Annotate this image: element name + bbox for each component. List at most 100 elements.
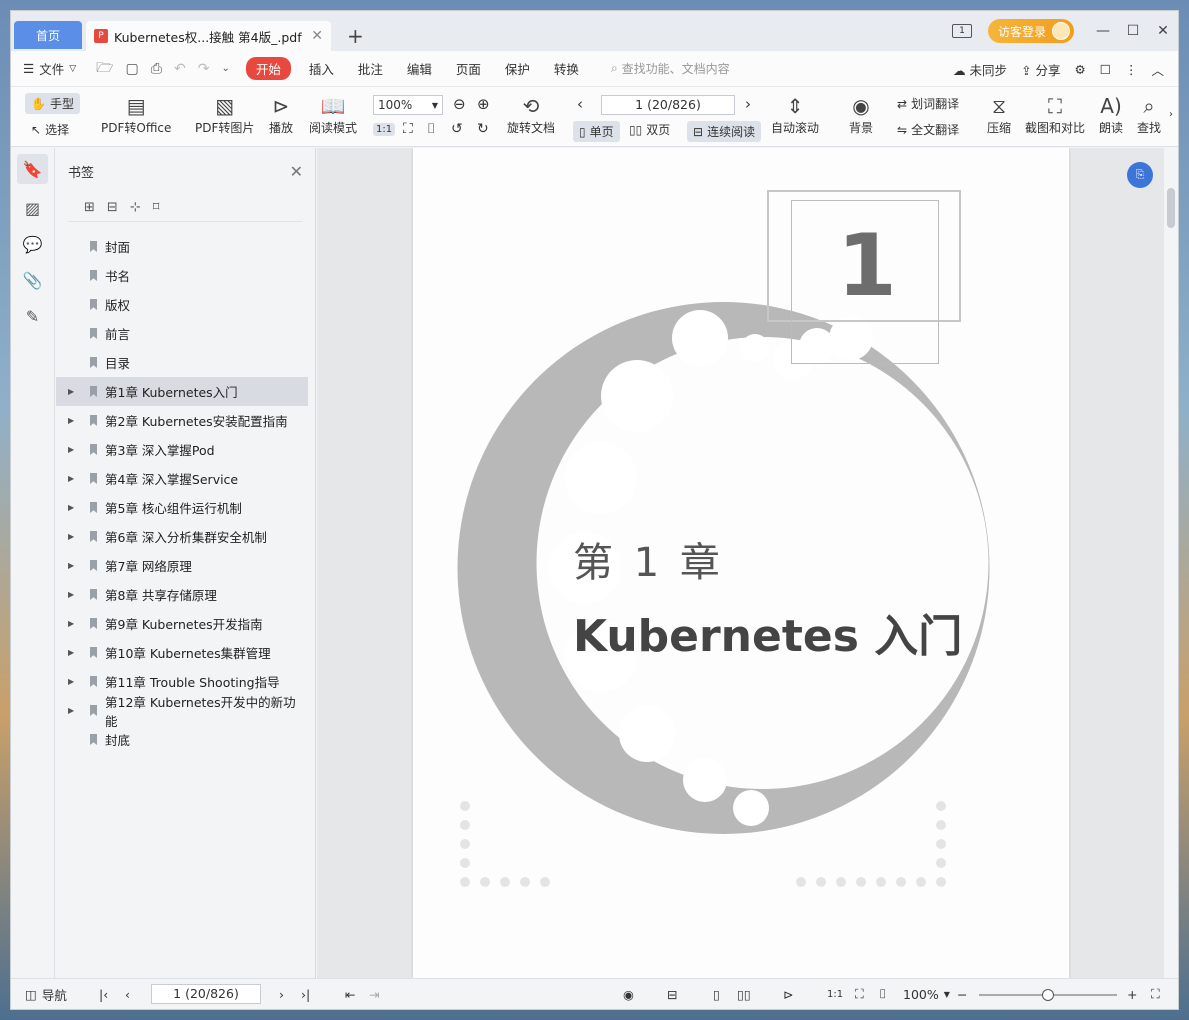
open-folder-icon[interactable]: 🗁 <box>96 57 113 81</box>
bookmark-item[interactable]: ▶ 第1章 Kubernetes入门 <box>56 377 308 406</box>
menu-page[interactable]: 页面 <box>456 59 481 78</box>
new-tab-icon[interactable]: + <box>347 24 364 48</box>
file-menu[interactable]: ☰ 文件 ▽ <box>23 59 76 78</box>
bookmark-item[interactable]: 前言 <box>56 319 308 348</box>
expand-arrow-icon[interactable]: ▶ <box>68 561 74 570</box>
prev-page-icon[interactable]: ‹ <box>577 95 583 113</box>
floating-tool-button[interactable]: ⎘ <box>1127 162 1153 188</box>
bookmark-item[interactable]: ▶ 第7章 网络原理 <box>56 551 308 580</box>
expand-arrow-icon[interactable]: ▶ <box>68 706 74 715</box>
scrollbar-thumb[interactable] <box>1167 188 1175 228</box>
eye-protect-icon[interactable]: ◉ <box>623 987 634 1002</box>
expand-arrow-icon[interactable]: ▶ <box>68 503 74 512</box>
continuous-status-icon[interactable]: ⊟ <box>667 987 677 1002</box>
bookmark-item[interactable]: 书名 <box>56 261 308 290</box>
expand-arrow-icon[interactable]: ▶ <box>68 416 74 425</box>
auto-scroll-button[interactable]: ⇕ 自动滚动 <box>771 93 819 136</box>
back-icon[interactable]: ⇤ <box>345 987 355 1002</box>
word-translate-button[interactable]: ⇄ 划词翻译 <box>897 95 959 112</box>
bookmark-item[interactable]: 封底 <box>56 725 308 754</box>
expand-arrow-icon[interactable]: ▶ <box>68 532 74 541</box>
bookmark-item[interactable]: ▶ 第2章 Kubernetes安装配置指南 <box>56 406 308 435</box>
bookmark-panel-icon[interactable]: 🔖 <box>17 154 48 184</box>
play-button[interactable]: ⊳ 播放 <box>269 93 293 136</box>
rotate-right-icon[interactable]: ↻ <box>477 121 489 137</box>
pdf-to-image-button[interactable]: ▧ PDF转图片 <box>195 93 254 136</box>
vertical-scrollbar[interactable] <box>1164 148 1178 980</box>
signature-panel-icon[interactable]: ✎ <box>11 298 54 334</box>
select-tool-button[interactable]: ↖ 选择 <box>31 121 69 138</box>
bookmark-item[interactable]: ▶ 第5章 核心组件运行机制 <box>56 493 308 522</box>
status-page-input[interactable]: 1 (20/826) <box>151 984 261 1004</box>
expand-arrow-icon[interactable]: ▶ <box>68 387 74 396</box>
close-window-icon[interactable]: ✕ <box>1148 23 1178 39</box>
expand-arrow-icon[interactable]: ▶ <box>68 474 74 483</box>
next-page-status-icon[interactable]: › <box>279 987 284 1002</box>
pdf-to-office-button[interactable]: ▤ PDF转Office <box>101 93 171 136</box>
fit-page-icon[interactable]: ⛶ <box>403 121 413 137</box>
undo-icon[interactable]: ↶ <box>174 61 186 77</box>
next-page-icon[interactable]: › <box>745 95 751 113</box>
home-tab[interactable]: 首页 <box>14 21 82 49</box>
rotate-document-button[interactable]: ⟲ 旋转文档 <box>507 93 555 136</box>
quick-access-dropdown-icon[interactable]: ⌄ <box>221 63 229 74</box>
single-page-status-icon[interactable]: ▯ <box>713 987 720 1002</box>
comment-panel-icon[interactable]: 💬 <box>11 226 54 262</box>
find-button[interactable]: ⌕ 查找 <box>1137 93 1161 136</box>
page-count-icon[interactable]: 1 <box>951 24 972 38</box>
minimize-icon[interactable]: — <box>1088 23 1118 39</box>
navigation-toggle[interactable]: ◫ 导航 <box>25 985 67 1004</box>
screenshot-compare-button[interactable]: ⛶ 截图和对比 <box>1025 93 1085 136</box>
fit-width-status-icon[interactable]: ⌷ <box>879 986 887 1002</box>
zoom-in-status-icon[interactable]: + <box>1127 987 1137 1002</box>
bookmark-icon[interactable]: ⌑ <box>153 200 160 215</box>
more-icon[interactable]: ⋮ <box>1125 62 1138 77</box>
close-tab-icon[interactable]: ✕ <box>311 28 323 44</box>
compress-button[interactable]: ⧖ 压缩 <box>987 93 1011 136</box>
redo-icon[interactable]: ↷ <box>198 61 210 77</box>
first-page-icon[interactable]: |‹ <box>99 987 108 1002</box>
collapse-all-icon[interactable]: ⊟ <box>107 200 118 215</box>
maximize-icon[interactable]: ☐ <box>1118 23 1148 39</box>
print-icon[interactable]: ⎙ <box>151 61 162 77</box>
expand-arrow-icon[interactable]: ▶ <box>68 648 74 657</box>
add-bookmark-icon[interactable]: ⊹ <box>130 200 141 215</box>
zoom-out-icon[interactable]: ⊖ <box>453 95 466 113</box>
expand-all-icon[interactable]: ⊞ <box>84 200 95 215</box>
settings-icon[interactable]: ⚙ <box>1075 62 1086 77</box>
menu-convert[interactable]: 转换 <box>554 59 579 78</box>
read-aloud-button[interactable]: A) 朗读 <box>1099 93 1123 136</box>
bookmark-item[interactable]: ▶ 第6章 深入分析集群安全机制 <box>56 522 308 551</box>
full-translate-button[interactable]: ⇋ 全文翻译 <box>897 121 959 138</box>
save-icon[interactable]: ▢ <box>126 61 139 77</box>
attachment-panel-icon[interactable]: 📎 <box>11 262 54 298</box>
search-box[interactable]: ⌕ 查找功能、文档内容 <box>611 60 730 77</box>
bookmark-item[interactable]: 封面 <box>56 232 308 261</box>
expand-arrow-icon[interactable]: ▶ <box>68 677 74 686</box>
bookmark-item[interactable]: ▶ 第8章 共享存储原理 <box>56 580 308 609</box>
zoom-slider-knob[interactable] <box>1042 989 1054 1001</box>
menu-start[interactable]: 开始 <box>245 57 291 80</box>
visitor-login-button[interactable]: 访客登录 <box>987 19 1074 43</box>
zoom-select[interactable]: 100% ▼ <box>373 95 443 115</box>
bookmark-item[interactable]: ▶ 第12章 Kubernetes开发中的新功能 <box>56 695 308 729</box>
document-viewport[interactable]: 1 第 1 章 Kubernetes 入门 ⎘ <box>317 148 1165 980</box>
collapse-ribbon-icon[interactable]: ︿ <box>1151 60 1164 79</box>
expand-arrow-icon[interactable]: ▶ <box>68 619 74 628</box>
continuous-read-button[interactable]: ⊟ 连续阅读 <box>687 121 762 142</box>
zoom-out-status-icon[interactable]: − <box>957 987 967 1002</box>
menu-insert[interactable]: 插入 <box>309 59 334 78</box>
expand-arrow-icon[interactable]: ▶ <box>68 590 74 599</box>
play-status-icon[interactable]: ⊳ <box>783 987 793 1002</box>
comment-icon[interactable]: ☐ <box>1100 62 1111 77</box>
bookmark-item[interactable]: 版权 <box>56 290 308 319</box>
bookmark-item[interactable]: ▶ 第3章 深入掌握Pod <box>56 435 308 464</box>
bookmark-item[interactable]: 目录 <box>56 348 308 377</box>
menu-protect[interactable]: 保护 <box>505 59 530 78</box>
menu-annotate[interactable]: 批注 <box>358 59 383 78</box>
bookmark-item[interactable]: ▶ 第10章 Kubernetes集群管理 <box>56 638 308 667</box>
expand-arrow-icon[interactable]: ▶ <box>68 445 74 454</box>
bookmark-item[interactable]: ▶ 第4章 深入掌握Service <box>56 464 308 493</box>
zoom-slider[interactable] <box>979 989 1117 1001</box>
rotate-left-icon[interactable]: ↺ <box>451 121 463 137</box>
